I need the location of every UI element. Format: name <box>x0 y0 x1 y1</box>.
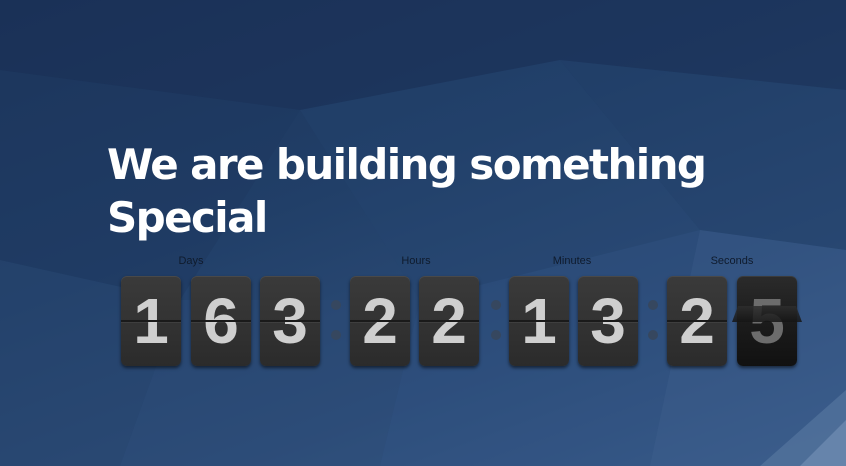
days-digit-1: 1 <box>121 276 181 366</box>
hours-digit-1: 2 <box>350 276 410 366</box>
days-digit-3: 3 <box>260 276 320 366</box>
label-minutes: Minutes <box>552 255 592 267</box>
minutes-digit-1: 1 <box>509 276 569 366</box>
seconds-digit-1: 2 <box>667 276 727 366</box>
separator-dot <box>491 300 501 310</box>
headline-line-1: We are building something <box>107 140 707 189</box>
headline-line-2: Special <box>107 193 268 242</box>
separator-dot <box>331 330 341 340</box>
separator-dot <box>491 330 501 340</box>
hours-digit-2: 2 <box>419 276 479 366</box>
label-days: Days <box>178 255 204 267</box>
seconds-digit-2: 5 <box>737 276 797 366</box>
label-hours: Hours <box>401 255 431 267</box>
page-headline: We are building something Special <box>107 138 787 244</box>
separator-dot <box>648 300 658 310</box>
separator-dot <box>648 330 658 340</box>
separator-dot <box>331 300 341 310</box>
days-digit-2: 6 <box>191 276 251 366</box>
label-seconds: Seconds <box>710 255 754 267</box>
minutes-digit-2: 3 <box>578 276 638 366</box>
flip-flap <box>732 306 802 322</box>
